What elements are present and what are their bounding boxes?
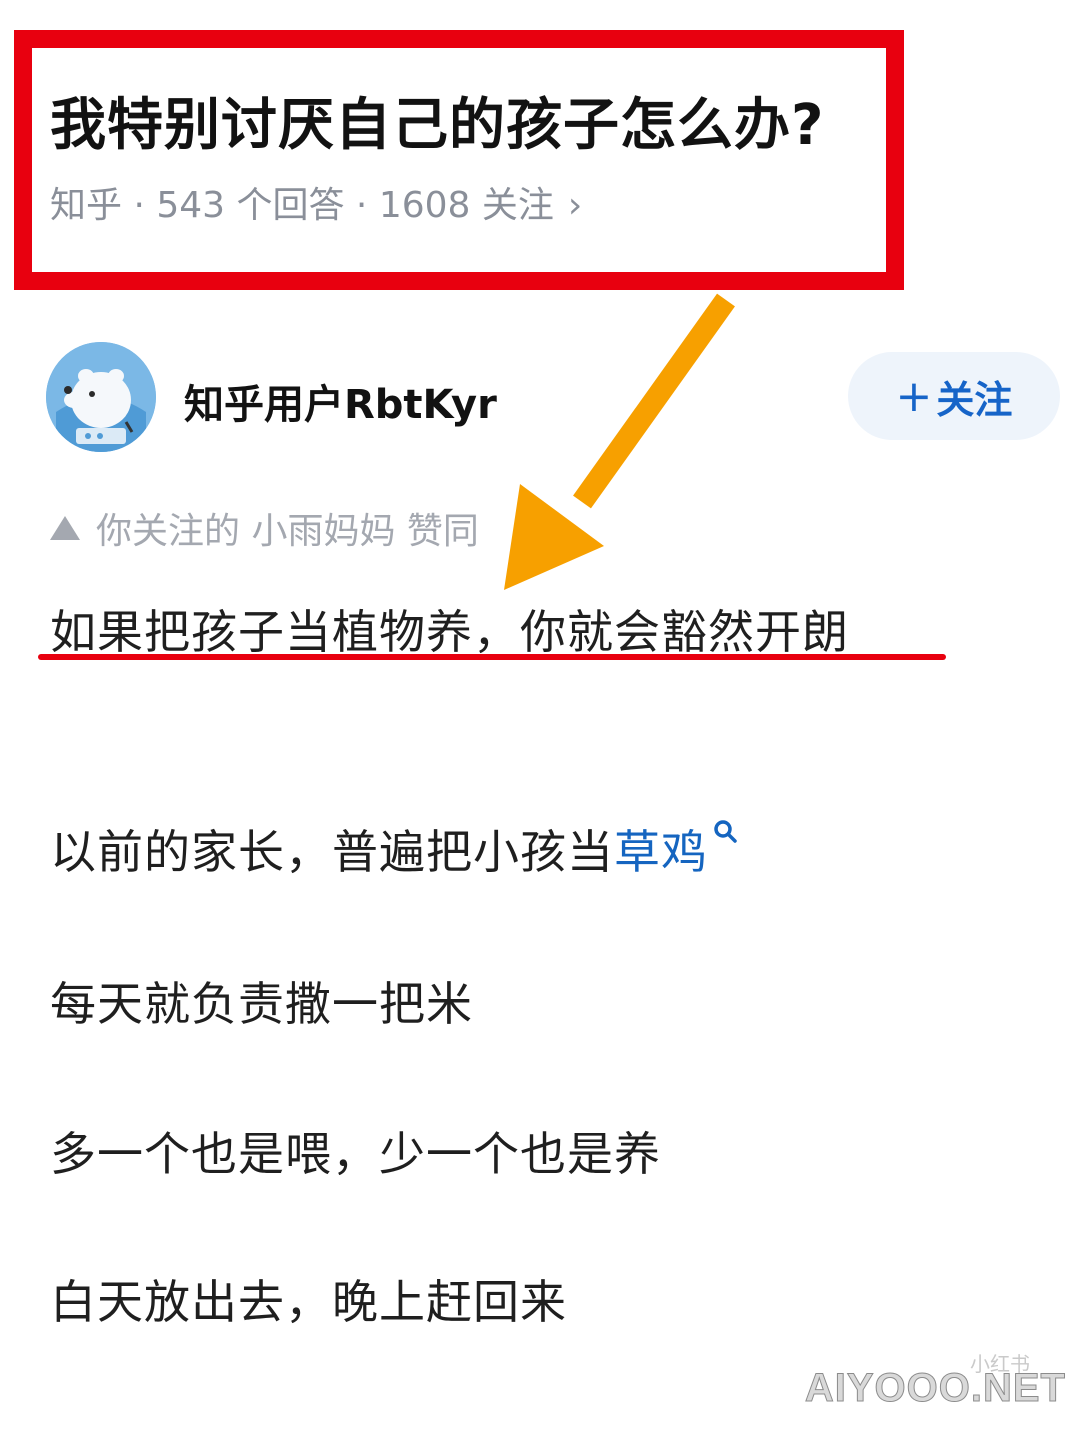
search-icon[interactable] — [712, 818, 740, 846]
follow-button[interactable]: + 关注 — [848, 352, 1060, 440]
screenshot-page: 我特别讨厌自己的孩子怎么办? 知乎 · 543 个回答 · 1608 关注 › 知… — [0, 0, 1080, 1440]
answer-paragraph-1-text: 以前的家长，普遍把小孩当 — [50, 825, 614, 879]
plus-icon: + — [895, 370, 933, 422]
polar-bear-avatar-icon — [46, 342, 156, 452]
answer-paragraph-3: 多一个也是喂，少一个也是养 — [50, 1127, 661, 1181]
upvote-hint-text: 你关注的 小雨妈妈 赞同 — [96, 511, 479, 552]
annotation-red-underline — [38, 654, 946, 660]
watermark: AIYOOO.NET — [804, 1366, 1066, 1411]
chevron-right-icon: › — [567, 185, 583, 226]
follow-label: 关注 — [936, 377, 1013, 422]
question-title[interactable]: 我特别讨厌自己的孩子怎么办? — [50, 80, 824, 161]
answer-lead-line: 如果把孩子当植物养，你就会豁然开朗 — [50, 605, 849, 659]
avatar[interactable] — [46, 342, 156, 452]
answer-paragraph-4: 白天放出去，晚上赶回来 — [50, 1275, 567, 1329]
question-meta[interactable]: 知乎 · 543 个回答 · 1608 关注 › — [50, 176, 582, 228]
upvote-triangle-icon — [50, 516, 80, 540]
author-name[interactable]: 知乎用户RbtKyr — [184, 372, 497, 430]
answer-paragraph-1: 以前的家长，普遍把小孩当草鸡 — [50, 816, 740, 882]
upvote-hint: 你关注的 小雨妈妈 赞同 — [50, 502, 479, 554]
keyword-search-link[interactable]: 草鸡 — [614, 825, 708, 879]
answer-paragraph-2: 每天就负责撒一把米 — [50, 977, 473, 1031]
question-stats: 知乎 · 543 个回答 · 1608 关注 — [50, 185, 554, 226]
